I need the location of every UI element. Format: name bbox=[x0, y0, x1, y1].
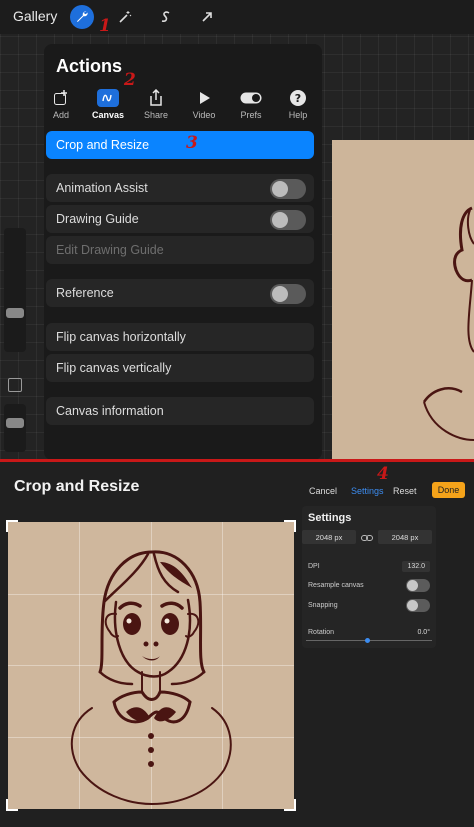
crop-resize-screen: Crop and Resize 4 Cancel Settings Reset … bbox=[0, 462, 474, 827]
opacity-knob[interactable] bbox=[6, 418, 24, 428]
help-icon: ? bbox=[287, 89, 309, 107]
annotation-marker-4: 4 bbox=[377, 464, 389, 484]
crop-handle-bottom-left[interactable] bbox=[6, 799, 18, 811]
tab-add[interactable]: Add bbox=[41, 89, 81, 120]
annotation-marker-2: 2 bbox=[124, 70, 136, 90]
svg-text:?: ? bbox=[295, 92, 301, 105]
flip-horizontal-label: Flip canvas horizontally bbox=[56, 330, 186, 344]
annotation-marker-1: 1 bbox=[99, 16, 111, 36]
settings-panel: Settings 2048 px 2048 px DPI 132.0 Resam… bbox=[302, 506, 436, 648]
rotation-label: Rotation bbox=[308, 629, 335, 636]
edit-drawing-guide-item: Edit Drawing Guide bbox=[46, 236, 314, 264]
link-icon[interactable] bbox=[361, 531, 373, 543]
height-field[interactable]: 2048 px bbox=[378, 530, 432, 544]
tab-video-label: Video bbox=[192, 110, 216, 120]
drawing-guide-toggle[interactable] bbox=[270, 210, 306, 230]
transform-arrow-icon[interactable] bbox=[195, 5, 219, 29]
crop-resize-item[interactable]: Crop and Resize bbox=[46, 131, 314, 159]
annotation-marker-3: 3 bbox=[186, 133, 198, 153]
selection-s-icon[interactable] bbox=[154, 5, 178, 29]
snapping-label: Snapping bbox=[308, 602, 338, 609]
crop-resize-title: Crop and Resize bbox=[14, 478, 140, 495]
dpi-field[interactable]: 132.0 bbox=[402, 561, 430, 572]
gallery-button[interactable]: Gallery bbox=[13, 8, 57, 24]
reference-toggle[interactable] bbox=[270, 284, 306, 304]
flip-vertical-item[interactable]: Flip canvas vertically bbox=[46, 354, 314, 382]
canvas-information-item[interactable]: Canvas information bbox=[46, 397, 314, 425]
tab-share[interactable]: Share bbox=[136, 89, 176, 120]
width-field[interactable]: 2048 px bbox=[302, 530, 356, 544]
dpi-label: DPI bbox=[308, 563, 320, 570]
flip-horizontal-item[interactable]: Flip canvas horizontally bbox=[46, 323, 314, 351]
animation-assist-label: Animation Assist bbox=[56, 181, 148, 195]
reference-label: Reference bbox=[56, 286, 114, 300]
tab-prefs-label: Prefs bbox=[240, 110, 262, 120]
crop-canvas-image[interactable] bbox=[6, 520, 296, 811]
brush-size-knob[interactable] bbox=[6, 308, 24, 318]
modify-button[interactable] bbox=[8, 378, 22, 392]
animation-assist-item[interactable]: Animation Assist bbox=[46, 174, 314, 202]
cancel-button[interactable]: Cancel bbox=[309, 486, 337, 496]
tab-share-label: Share bbox=[143, 110, 169, 120]
resample-toggle[interactable] bbox=[406, 579, 430, 592]
toggle-icon bbox=[240, 89, 262, 107]
tab-video[interactable]: Video bbox=[184, 89, 224, 120]
flip-vertical-label: Flip canvas vertically bbox=[56, 361, 172, 375]
magic-wand-icon[interactable] bbox=[113, 5, 137, 29]
crop-handle-top-left[interactable] bbox=[6, 520, 18, 532]
actions-panel: Actions 2 Add Canvas Share Video Prefs ?… bbox=[44, 44, 322, 460]
girl-illustration bbox=[71, 550, 232, 806]
share-icon bbox=[145, 89, 167, 107]
edit-drawing-guide-label: Edit Drawing Guide bbox=[56, 243, 164, 257]
reset-button[interactable]: Reset bbox=[393, 486, 417, 496]
wrench-icon[interactable] bbox=[70, 5, 94, 29]
done-button[interactable]: Done bbox=[432, 482, 465, 498]
rotation-value: 0.0° bbox=[417, 629, 430, 636]
play-icon bbox=[193, 89, 215, 107]
rotation-slider-knob[interactable] bbox=[365, 638, 370, 643]
settings-title: Settings bbox=[308, 512, 352, 524]
tab-help-label: Help bbox=[288, 110, 308, 120]
add-photo-icon bbox=[50, 89, 72, 107]
left-sidebar bbox=[4, 228, 26, 452]
canvas-preview bbox=[332, 140, 474, 460]
tab-prefs[interactable]: Prefs bbox=[231, 89, 271, 120]
brush-size-slider[interactable] bbox=[4, 228, 26, 352]
animation-assist-toggle[interactable] bbox=[270, 179, 306, 199]
settings-tab-button[interactable]: Settings bbox=[351, 486, 384, 496]
canvas-information-label: Canvas information bbox=[56, 404, 164, 418]
tab-canvas[interactable]: Canvas bbox=[88, 89, 128, 120]
snapping-toggle[interactable] bbox=[406, 599, 430, 612]
canvas-icon bbox=[97, 89, 119, 107]
resample-label: Resample canvas bbox=[308, 582, 364, 589]
main-canvas-area: Gallery 1 Actions 2 Add Canvas Share Vid… bbox=[0, 0, 474, 460]
opacity-slider[interactable] bbox=[4, 404, 26, 452]
top-toolbar: Gallery 1 bbox=[0, 0, 474, 36]
tab-add-label: Add bbox=[52, 110, 69, 120]
crop-handle-bottom-right[interactable] bbox=[284, 799, 296, 811]
crop-resize-label: Crop and Resize bbox=[56, 138, 150, 152]
tab-help[interactable]: ? Help bbox=[278, 89, 318, 120]
reference-item[interactable]: Reference bbox=[46, 279, 314, 307]
actions-title: Actions bbox=[56, 56, 123, 76]
drawing-guide-label: Drawing Guide bbox=[56, 212, 139, 226]
tab-canvas-label: Canvas bbox=[91, 110, 125, 120]
drawing-guide-item[interactable]: Drawing Guide bbox=[46, 205, 314, 233]
crop-handle-top-right[interactable] bbox=[284, 520, 296, 532]
